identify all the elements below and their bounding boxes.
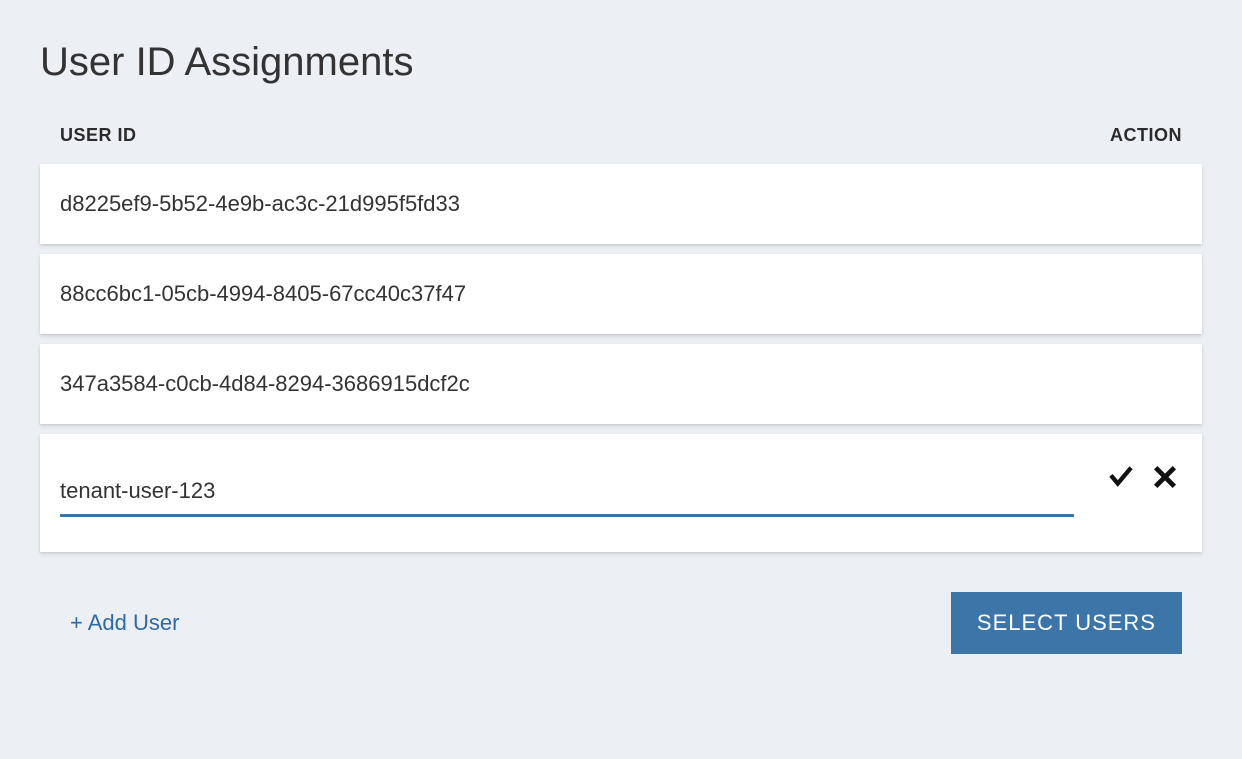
edit-input-wrap <box>60 452 1074 517</box>
table-row: 347a3584-c0cb-4d84-8294-3686915dcf2c <box>40 344 1202 424</box>
table-row-editing <box>40 434 1202 552</box>
check-icon <box>1108 464 1134 490</box>
confirm-button[interactable] <box>1104 460 1138 494</box>
cancel-button[interactable] <box>1148 460 1182 494</box>
user-id-assignments-panel: User ID Assignments USER ID ACTION d8225… <box>0 0 1242 684</box>
footer-actions: + Add User SELECT USERS <box>40 592 1202 654</box>
user-id-input[interactable] <box>60 472 1074 517</box>
user-rows: d8225ef9-5b52-4e9b-ac3c-21d995f5fd33 88c… <box>40 164 1202 552</box>
user-id-value: d8225ef9-5b52-4e9b-ac3c-21d995f5fd33 <box>60 191 460 217</box>
select-users-button[interactable]: SELECT USERS <box>951 592 1182 654</box>
column-header-action: ACTION <box>1110 125 1182 146</box>
table-row: 88cc6bc1-05cb-4994-8405-67cc40c37f47 <box>40 254 1202 334</box>
close-icon <box>1152 464 1178 490</box>
page-title: User ID Assignments <box>40 40 1202 85</box>
user-id-value: 88cc6bc1-05cb-4994-8405-67cc40c37f47 <box>60 281 466 307</box>
add-user-button[interactable]: + Add User <box>60 602 189 644</box>
column-header-user-id: USER ID <box>60 125 137 146</box>
table-header: USER ID ACTION <box>40 125 1202 164</box>
user-id-value: 347a3584-c0cb-4d84-8294-3686915dcf2c <box>60 371 470 397</box>
edit-actions <box>1104 452 1182 494</box>
table-row: d8225ef9-5b52-4e9b-ac3c-21d995f5fd33 <box>40 164 1202 244</box>
